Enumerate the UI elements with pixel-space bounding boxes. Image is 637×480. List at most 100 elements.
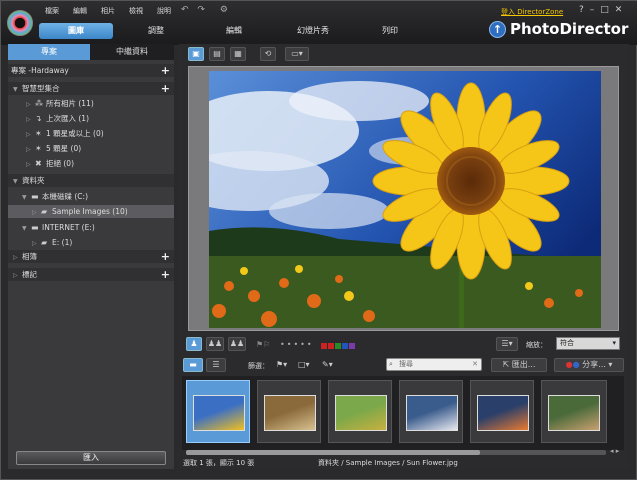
menu-view[interactable]: 檢視: [129, 7, 143, 15]
thumbnail-strip: [182, 376, 624, 450]
window-controls: ?–□✕: [579, 5, 628, 15]
color-label-red[interactable]: [321, 343, 327, 349]
list-item[interactable]: ▷ ✶ 5 顆星 (0): [8, 142, 174, 155]
drive-e-item[interactable]: ▼ ▬ INTERNET (E:): [8, 221, 174, 234]
brush-filter-icon[interactable]: ✎▾: [322, 360, 333, 369]
thumbnail[interactable]: [328, 380, 392, 443]
smart-collections-label: 智慧型集合: [22, 84, 60, 93]
flag-filter-icon[interactable]: ⚑▾: [276, 360, 287, 369]
scrollbar-thumb[interactable]: [186, 450, 480, 455]
search-icon: ⌕: [389, 360, 393, 368]
menu-file[interactable]: 檔案: [45, 7, 59, 15]
folders-header[interactable]: ▼ 資料夾: [8, 174, 174, 187]
thumbnail[interactable]: [541, 380, 607, 443]
clear-icon[interactable]: ✕: [472, 359, 478, 370]
thumbnail[interactable]: [470, 380, 534, 443]
brand-name: PhotoDirector: [510, 20, 629, 38]
quick-icons: ↶ ↷ ⚙: [181, 5, 228, 17]
menu-edit[interactable]: 編輯: [73, 7, 87, 15]
scroll-arrows-icon[interactable]: ◂ ▸: [610, 447, 619, 455]
tab-project[interactable]: 專案: [8, 44, 90, 60]
sample-images-item[interactable]: ▷ ▰ Sample Images (10): [8, 205, 174, 218]
thumbnail-scrollbar[interactable]: [186, 450, 606, 455]
tab-slideshow[interactable]: 幻燈片秀: [273, 23, 353, 39]
close-icon[interactable]: ✕: [615, 5, 629, 15]
list-item[interactable]: ▷ ✖ 拒絕 (0): [8, 157, 174, 170]
tab-library[interactable]: 圖庫: [39, 23, 113, 39]
all-photos-icon: ⁂: [35, 99, 43, 108]
photo-viewer: [188, 66, 619, 331]
tags-label: 標記: [22, 270, 37, 279]
maximize-icon[interactable]: □: [600, 5, 615, 15]
list-item[interactable]: ▷ ⁂ 所有相片 (11): [8, 97, 174, 110]
project-label: 專案 -Hardaway: [11, 66, 69, 75]
smart-collections-header[interactable]: ▼ 智慧型集合 +: [8, 82, 174, 95]
albums-label: 相簿: [22, 252, 37, 261]
add-smart-collection-icon[interactable]: +: [161, 82, 170, 95]
grid-view-icon[interactable]: ▦: [230, 47, 246, 61]
rating-dots[interactable]: •••••: [280, 340, 314, 349]
group-icon[interactable]: ♟♟: [228, 337, 246, 351]
color-label-red[interactable]: [328, 343, 334, 349]
collapse-arrow-icon[interactable]: ▷: [13, 269, 22, 282]
list-item[interactable]: ▷ ✶ 1 顆星或以上 (0): [8, 127, 174, 140]
settings-icon[interactable]: ⚙: [220, 5, 228, 15]
import-button[interactable]: 匯入: [16, 451, 166, 465]
redo-icon[interactable]: ↷: [197, 5, 205, 15]
flag-icon[interactable]: ⚑⚐: [256, 340, 270, 349]
list-view-icon[interactable]: ☰: [206, 358, 226, 372]
monitor-icon[interactable]: ▭▾: [285, 47, 309, 61]
export-button[interactable]: ⇱ 匯出...: [491, 358, 547, 372]
add-project-icon[interactable]: +: [161, 64, 170, 77]
upload-arrow-icon: ↑: [489, 21, 506, 38]
drive-e-sub-item[interactable]: ▷ ▰ E: (1): [8, 236, 174, 249]
menu-photo[interactable]: 相片: [101, 7, 115, 15]
tab-metadata[interactable]: 中繼資料: [90, 44, 174, 60]
tab-adjust[interactable]: 調整: [119, 23, 193, 39]
people-icon[interactable]: ♟♟: [206, 337, 224, 351]
thumbnail[interactable]: [186, 380, 250, 443]
search-input[interactable]: ⌕ 搜尋 ✕: [386, 358, 482, 371]
help-icon[interactable]: ?: [579, 5, 590, 15]
folder-icon: ▰: [41, 207, 48, 216]
color-label-blue[interactable]: [342, 343, 348, 349]
menu-help[interactable]: 說明: [157, 7, 171, 15]
drive-icon: ▬: [31, 223, 39, 232]
tab-print[interactable]: 列印: [353, 23, 427, 39]
thumbnail[interactable]: [399, 380, 463, 443]
share-icon: ●: [565, 360, 573, 369]
zoom-label: 縮放：: [526, 341, 547, 349]
menu-bar: 檔案 編輯 相片 檢視 說明: [45, 6, 185, 18]
expand-arrow-icon[interactable]: ▼: [13, 175, 22, 188]
person-icon[interactable]: ♟: [186, 337, 202, 351]
zoom-select[interactable]: 符合 ▾: [556, 337, 620, 350]
add-tag-icon[interactable]: +: [161, 268, 170, 281]
undo-icon[interactable]: ↶: [181, 5, 189, 15]
albums-header[interactable]: ▷ 相簿 +: [8, 250, 174, 263]
tags-header[interactable]: ▷ 標記 +: [8, 268, 174, 281]
color-label-purple[interactable]: [349, 343, 355, 349]
tab-edit[interactable]: 編輯: [197, 23, 271, 39]
last-import-icon: ↴: [35, 114, 42, 123]
login-link[interactable]: 登入 DirectorZone: [501, 7, 563, 17]
compare-view-icon[interactable]: ▤: [209, 47, 225, 61]
status-selection: 選取 1 張，顯示 10 張: [183, 459, 255, 467]
collapse-arrow-icon[interactable]: ▷: [13, 251, 22, 264]
minimize-icon[interactable]: –: [590, 5, 601, 15]
single-view-icon[interactable]: ▣: [188, 47, 204, 61]
top-bar: 檔案 編輯 相片 檢視 說明 ↶ ↷ ⚙ 圖庫 調整 編輯 幻燈片秀 列印 登入 Dir…: [1, 1, 637, 45]
add-album-icon[interactable]: +: [161, 250, 170, 263]
color-filter-icon[interactable]: □▾: [298, 360, 310, 369]
drive-c-item[interactable]: ▼ ▬ 本機磁碟 (C:): [8, 190, 174, 203]
project-header[interactable]: 專案 -Hardaway +: [8, 64, 174, 77]
main-photo: [209, 71, 601, 328]
chevron-down-icon: ▾: [612, 339, 616, 347]
expand-arrow-icon[interactable]: ▼: [13, 83, 22, 96]
thumbnail-view-icon[interactable]: ▬: [183, 358, 203, 372]
share-button[interactable]: ●● 分享... ▾: [554, 358, 624, 372]
rotate-icon[interactable]: ⟲: [260, 47, 276, 61]
list-item[interactable]: ▷ ↴ 上次匯入 (1): [8, 112, 174, 125]
color-label-green[interactable]: [335, 343, 341, 349]
list-options-icon[interactable]: ☰▾: [496, 337, 518, 351]
thumbnail[interactable]: [257, 380, 321, 443]
